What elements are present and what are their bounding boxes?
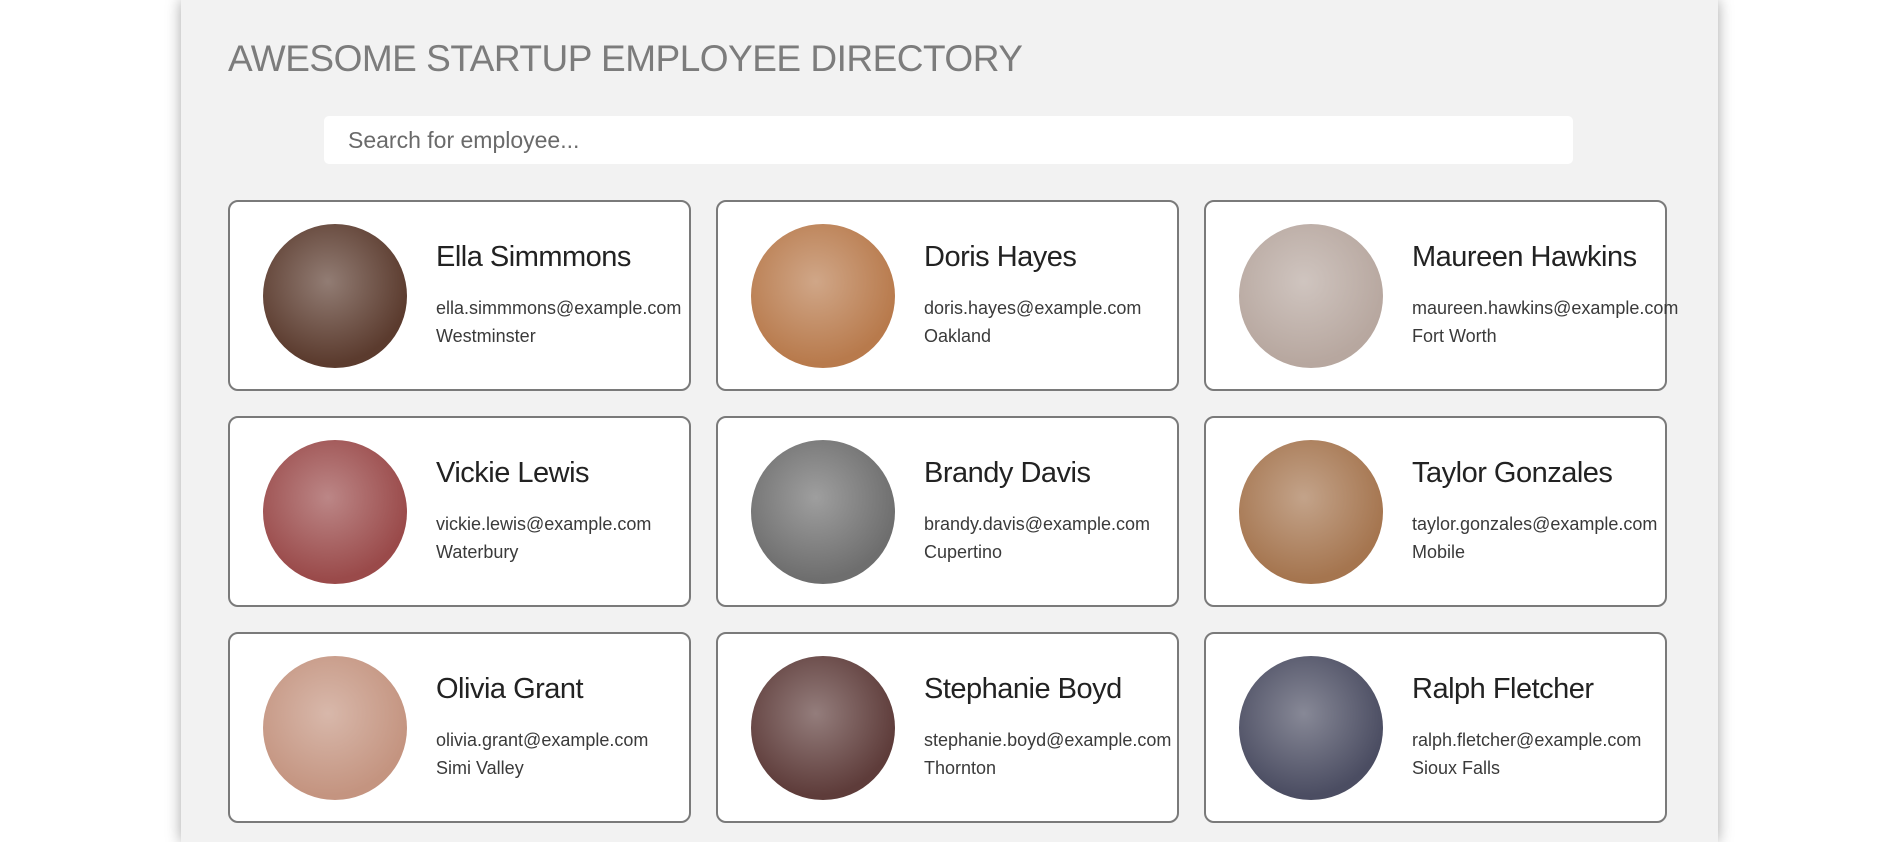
employee-name: Doris Hayes [924,241,1077,273]
employee-info: Taylor Gonzales taylor.gonzales@example.… [1412,457,1657,566]
employee-card[interactable]: Doris Hayes doris.hayes@example.com Oakl… [716,200,1179,391]
page-title: AWESOME STARTUP EMPLOYEE DIRECTORY [228,38,1023,79]
employee-city: Mobile [1412,542,1466,562]
employee-email: doris.hayes@example.com [924,298,1142,318]
employee-info: Vickie Lewis vickie.lewis@example.com Wa… [436,457,651,566]
employee-email: olivia.grant@example.com [436,730,649,750]
employee-card[interactable]: Maureen Hawkins maureen.hawkins@example.… [1204,200,1678,391]
employee-email: maureen.hawkins@example.com [1412,298,1679,318]
employee-email: vickie.lewis@example.com [436,514,652,534]
employee-card[interactable]: Ralph Fletcher ralph.fletcher@example.co… [1204,632,1667,823]
employee-card[interactable]: Ella Simmmons ella.simmmons@example.com … [228,200,691,391]
employee-name: Maureen Hawkins [1412,241,1637,273]
employee-email: stephanie.boyd@example.com [924,730,1172,750]
employee-card[interactable]: Stephanie Boyd stephanie.boyd@example.co… [716,632,1179,823]
employee-name: Ella Simmmons [436,241,631,273]
employee-email: ralph.fletcher@example.com [1412,730,1642,750]
employee-info: Maureen Hawkins maureen.hawkins@example.… [1412,241,1678,350]
employee-city: Cupertino [924,542,1003,562]
avatar [263,655,407,800]
avatar [263,439,407,584]
avatar [1239,655,1383,800]
employee-info: Ella Simmmons ella.simmmons@example.com … [436,241,681,350]
employee-info: Olivia Grant olivia.grant@example.com Si… [436,673,648,782]
employee-email: taylor.gonzales@example.com [1412,514,1658,534]
employee-name: Brandy Davis [924,457,1091,489]
employee-city: Waterbury [436,542,519,562]
employee-name: Taylor Gonzales [1412,457,1613,489]
employee-city: Sioux Falls [1412,758,1501,778]
employee-name: Vickie Lewis [436,457,590,489]
employee-city: Simi Valley [436,758,524,778]
avatar [751,655,895,800]
employee-city: Thornton [924,758,997,778]
employee-info: Brandy Davis brandy.davis@example.com Cu… [924,457,1150,566]
avatar [1239,439,1383,584]
employee-info: Ralph Fletcher ralph.fletcher@example.co… [1412,673,1641,782]
employee-card[interactable]: Vickie Lewis vickie.lewis@example.com Wa… [228,416,691,607]
employee-name: Stephanie Boyd [924,673,1122,705]
employee-email: ella.simmmons@example.com [436,298,682,318]
employee-city: Oakland [924,326,992,346]
avatar [751,223,895,368]
employee-info: Doris Hayes doris.hayes@example.com Oakl… [924,241,1141,350]
employee-name: Olivia Grant [436,673,584,705]
employee-name: Ralph Fletcher [1412,673,1594,705]
avatar [1239,223,1383,368]
employee-card[interactable]: Taylor Gonzales taylor.gonzales@example.… [1204,416,1667,607]
avatar [263,223,407,368]
search-input[interactable] [324,116,1573,164]
avatar [751,439,895,584]
employee-card[interactable]: Brandy Davis brandy.davis@example.com Cu… [716,416,1179,607]
employee-grid: Ella Simmmons ella.simmmons@example.com … [228,200,1678,823]
employee-city: Fort Worth [1412,326,1497,346]
employee-email: brandy.davis@example.com [924,514,1151,534]
employee-card[interactable]: Olivia Grant olivia.grant@example.com Si… [228,632,691,823]
employee-city: Westminster [436,326,536,346]
directory-page: AWESOME STARTUP EMPLOYEE DIRECTORY Ella … [181,0,1718,842]
employee-info: Stephanie Boyd stephanie.boyd@example.co… [924,673,1171,782]
